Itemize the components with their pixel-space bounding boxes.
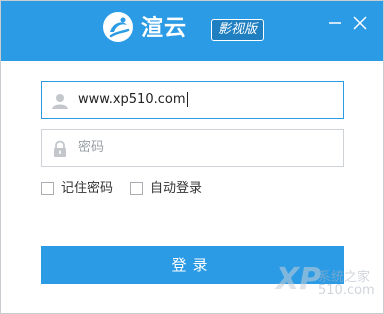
login-window: 渲云 影视版 www.xp510.com 密码 记住密码 自动登录 登录 XP … (0, 0, 384, 314)
title-bar[interactable]: 渲云 影视版 (1, 1, 383, 61)
password-input[interactable]: 密码 (78, 130, 104, 166)
username-value: www.xp510.com (78, 92, 186, 107)
username-input[interactable]: www.xp510.com (78, 82, 188, 118)
text-caret (186, 92, 188, 107)
user-icon (51, 92, 69, 110)
remember-password-label: 记住密码 (61, 181, 114, 196)
lock-icon (51, 140, 69, 158)
close-button[interactable] (352, 15, 368, 31)
password-field[interactable]: 密码 (41, 129, 344, 167)
edition-badge: 影视版 (211, 19, 265, 41)
brand-name: 渲云 (141, 16, 188, 41)
minimize-icon (329, 22, 341, 24)
checkbox-box[interactable] (130, 182, 143, 195)
app-logo: 渲云 影视版 (101, 10, 266, 50)
watermark-bottom-text: 510.com (318, 283, 375, 298)
close-icon (353, 16, 367, 30)
username-field[interactable]: www.xp510.com (41, 81, 344, 119)
auto-login-label: 自动登录 (150, 181, 203, 196)
watermark-xp-logo: XP (276, 262, 322, 297)
watermark: XP 系统之家 510.com (276, 263, 381, 303)
checkbox-box[interactable] (41, 182, 54, 195)
minimize-button[interactable] (327, 15, 343, 31)
yun-logo-icon (103, 12, 133, 42)
